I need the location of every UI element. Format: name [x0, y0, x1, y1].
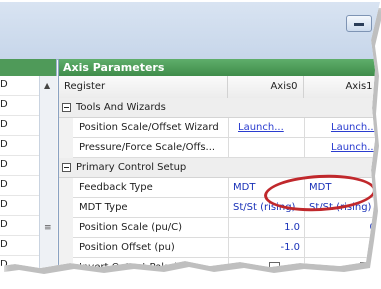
- list-item[interactable]: D: [0, 76, 39, 96]
- minimize-icon: [354, 23, 364, 26]
- collapse-icon[interactable]: [62, 163, 71, 172]
- minimize-button[interactable]: [346, 15, 372, 32]
- row-position-offset: Position Offset (pu) -1.0: [59, 238, 380, 258]
- left-panel: D D D D D D D D D D ▲ ≡: [0, 59, 57, 268]
- feedback-type-axis0[interactable]: MDT: [233, 182, 255, 193]
- scroll-up-icon[interactable]: ▲: [44, 82, 50, 90]
- list-item[interactable]: D: [0, 176, 39, 196]
- launch-link-axis1[interactable]: Launch...: [331, 122, 377, 133]
- column-axis0[interactable]: Axis0: [249, 81, 319, 92]
- left-panel-header: [0, 59, 56, 76]
- screenshot: D D D D D D D D D D ▲ ≡ Axis Parameters …: [0, 0, 381, 289]
- column-header: Register Axis0 Axis1: [59, 76, 380, 99]
- window-titlebar: [0, 2, 380, 60]
- list-item[interactable]: D: [0, 156, 39, 176]
- launch-link-axis0[interactable]: Launch...: [238, 122, 284, 133]
- row-position-scale: Position Scale (pu/C) 1.0 0.: [59, 218, 380, 238]
- collapse-icon[interactable]: [62, 103, 71, 112]
- left-scrollbar[interactable]: ▲ ≡: [39, 76, 57, 268]
- position-scale-axis0[interactable]: 1.0: [284, 222, 300, 233]
- column-axis1[interactable]: Axis1: [324, 81, 380, 92]
- window: D D D D D D D D D D ▲ ≡ Axis Parameters …: [0, 2, 380, 268]
- list-item[interactable]: D: [0, 96, 39, 116]
- panel-title: Axis Parameters: [59, 59, 380, 76]
- axis-parameters-panel: Axis Parameters Register Axis0 Axis1 Too…: [58, 59, 380, 268]
- list-item[interactable]: D: [0, 136, 39, 156]
- row-position-scale-wizard: Position Scale/Offset Wizard Launch... L…: [59, 118, 380, 138]
- column-register[interactable]: Register: [64, 81, 105, 92]
- list-item[interactable]: D: [0, 216, 39, 236]
- list-item[interactable]: D: [0, 236, 39, 256]
- list-item[interactable]: D: [0, 116, 39, 136]
- list-item[interactable]: D: [0, 196, 39, 216]
- position-offset-axis0[interactable]: -1.0: [280, 242, 300, 253]
- row-pressure-force-scale: Pressure/Force Scale/Offs... Launch...: [59, 138, 380, 158]
- category-tools-and-wizards[interactable]: Tools And Wizards: [59, 98, 380, 118]
- launch-link-pressure-axis1[interactable]: Launch...: [331, 142, 377, 153]
- scroll-grip-icon[interactable]: ≡: [44, 224, 52, 233]
